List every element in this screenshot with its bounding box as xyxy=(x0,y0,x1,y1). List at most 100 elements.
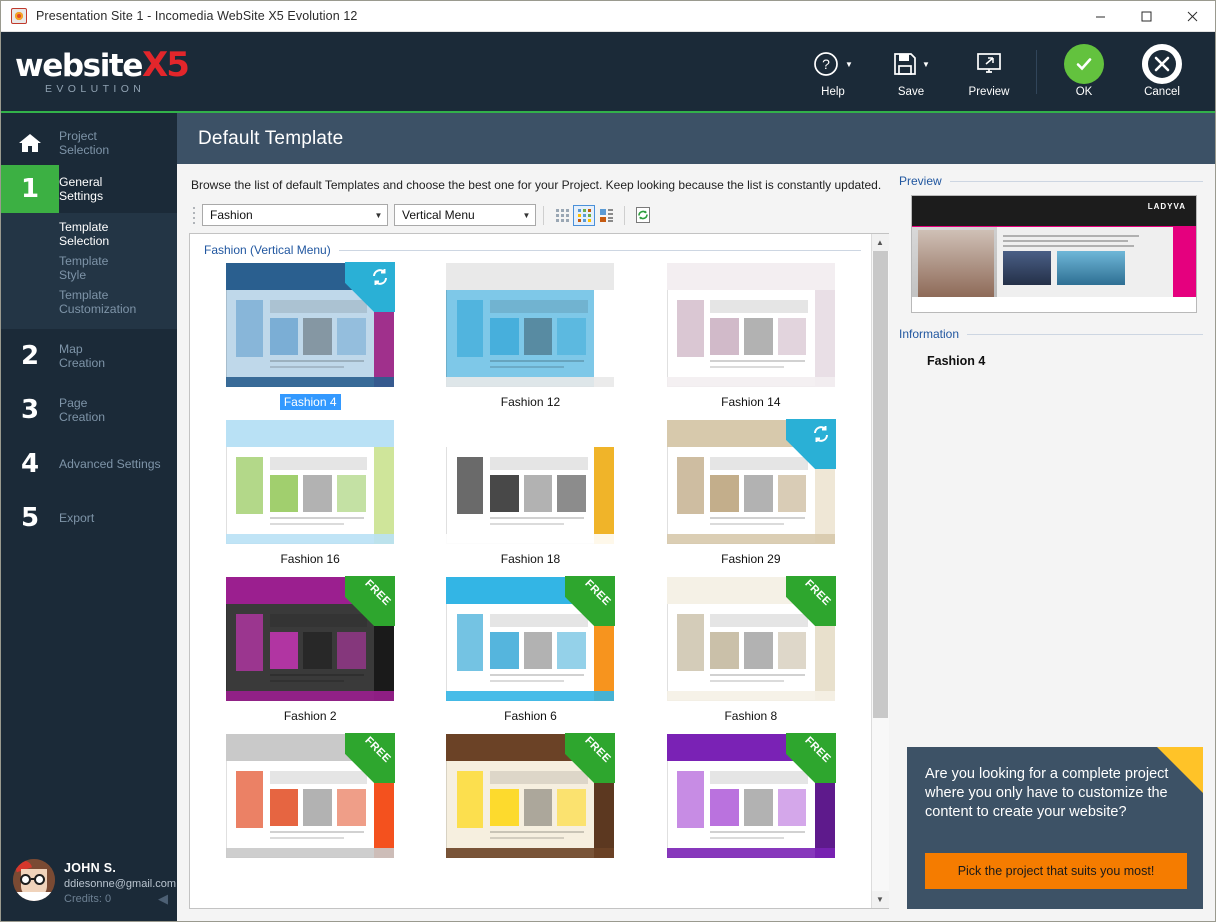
template-card[interactable]: FREE xyxy=(420,734,640,858)
template-card[interactable]: Fashion 14 xyxy=(641,263,861,410)
page-title: Default Template xyxy=(198,127,344,149)
template-card[interactable]: FREE Fashion 8 xyxy=(641,577,861,724)
sidebar-item-label: Page Creation xyxy=(59,395,106,425)
menu-type-value: Vertical Menu xyxy=(402,208,475,222)
chevron-down-icon: ▼ xyxy=(522,210,531,220)
cancel-button[interactable]: Cancel xyxy=(1123,44,1201,98)
template-list-panel: Fashion (Vertical Menu) Fashion 4 Fashion… xyxy=(189,233,889,909)
template-name-label: Fashion 2 xyxy=(283,709,337,723)
sidebar-item-page-creation[interactable]: 3 Page Creation xyxy=(1,383,177,437)
maximize-icon[interactable] xyxy=(1123,1,1169,32)
template-card[interactable]: Fashion 18 xyxy=(420,420,640,567)
template-thumbnail[interactable]: FREE xyxy=(226,733,395,858)
chevron-down-icon: ▼ xyxy=(374,210,383,220)
top-toolbar: ? ▼ Help ▼ Save Preview OK Cancel xyxy=(177,32,1215,111)
close-icon[interactable] xyxy=(1169,1,1215,32)
app-logo-icon xyxy=(11,8,27,24)
window-controls xyxy=(1077,1,1215,32)
template-card[interactable]: FREE Fashion 2 xyxy=(200,577,420,724)
chevron-down-icon[interactable]: ▼ xyxy=(922,60,930,69)
sidebar-item-template-customization[interactable]: Template Customization xyxy=(1,285,177,319)
template-name-label: Fashion 29 xyxy=(721,552,781,566)
information-section-header: Information xyxy=(899,327,1203,341)
template-thumbnail[interactable]: FREE xyxy=(666,733,836,858)
scroll-down-icon[interactable]: ▼ xyxy=(871,891,889,908)
toolbar-label: Cancel xyxy=(1144,86,1180,98)
sidebar-item-general-settings[interactable]: 1 General Settings xyxy=(1,165,177,213)
sidebar-item-advanced-settings[interactable]: 4 Advanced Settings xyxy=(1,437,177,491)
promo-cta-button[interactable]: Pick the project that suits you most! xyxy=(925,853,1187,889)
template-thumbnail-art xyxy=(446,420,615,544)
toolbar-divider xyxy=(1036,49,1037,94)
preview-label: Preview xyxy=(899,174,942,188)
toolbar-label: OK xyxy=(1075,86,1093,98)
promo-text: Are you looking for a complete project w… xyxy=(925,766,1169,820)
template-thumbnail[interactable] xyxy=(666,263,835,387)
template-thumbnail[interactable] xyxy=(446,420,615,544)
category-dropdown[interactable]: Fashion ▼ xyxy=(202,204,388,226)
template-card[interactable]: FREE xyxy=(641,734,861,858)
save-button[interactable]: ▼ Save xyxy=(872,45,950,98)
template-thumbnail[interactable]: FREE xyxy=(226,577,395,701)
template-thumbnail[interactable] xyxy=(666,420,835,544)
toolbar-label: Preview xyxy=(968,86,1010,98)
template-card[interactable]: Fashion 16 xyxy=(200,420,420,567)
home-icon xyxy=(1,121,59,165)
small-grid-view-icon[interactable] xyxy=(551,205,573,226)
free-badge: FREE xyxy=(345,733,395,783)
step-navigation: Project Selection 1 General Settings Tem… xyxy=(1,113,177,845)
free-badge: FREE xyxy=(565,733,615,783)
preview-button[interactable]: Preview xyxy=(950,45,1028,98)
step-number-3: 3 xyxy=(20,395,40,425)
toolbar-grip[interactable] xyxy=(189,205,198,225)
free-badge: FREE xyxy=(786,576,836,626)
template-thumbnail[interactable]: FREE xyxy=(446,733,615,858)
toolbar-separator xyxy=(543,205,544,225)
toolbar-label: Save xyxy=(897,86,925,98)
promo-corner-decoration xyxy=(1157,747,1203,793)
template-thumbnail[interactable] xyxy=(226,263,395,387)
user-name: JOHN S. xyxy=(64,861,117,875)
detail-list-view-icon[interactable] xyxy=(595,205,617,226)
minimize-icon[interactable] xyxy=(1077,1,1123,32)
template-thumbnail[interactable] xyxy=(446,263,615,387)
sidebar-item-map-creation[interactable]: 2 Map Creation xyxy=(1,329,177,383)
information-template-name: Fashion 4 xyxy=(927,354,986,368)
promo-banner: Are you looking for a complete project w… xyxy=(907,747,1203,909)
ok-button[interactable]: OK xyxy=(1045,44,1123,98)
template-card[interactable]: FREE xyxy=(200,734,420,858)
template-thumbnail[interactable] xyxy=(226,420,395,544)
template-card[interactable]: Fashion 4 xyxy=(200,263,420,410)
medium-grid-view-icon[interactable] xyxy=(573,204,595,226)
sidebar-item-template-selection[interactable]: Template Selection xyxy=(1,217,177,251)
scrollbar-track[interactable] xyxy=(871,251,889,891)
user-profile[interactable]: JOHN S. ddiesonne@gmail.com Credits: 0 ◀ xyxy=(1,845,177,921)
free-badge: FREE xyxy=(786,733,836,783)
template-scrollbar[interactable]: ▲ ▼ xyxy=(871,234,889,908)
template-card[interactable]: Fashion 12 xyxy=(420,263,640,410)
help-button[interactable]: ? ▼ Help xyxy=(794,45,872,98)
window-title: Presentation Site 1 - Incomedia WebSite … xyxy=(36,9,358,23)
refresh-templates-icon[interactable] xyxy=(632,205,654,226)
monitor-preview-icon xyxy=(975,45,1003,83)
template-card[interactable]: FREE Fashion 6 xyxy=(420,577,640,724)
collapse-arrow-icon[interactable]: ◀ xyxy=(158,891,168,907)
menu-type-dropdown[interactable]: Vertical Menu ▼ xyxy=(394,204,536,226)
sidebar-item-export[interactable]: 5 Export xyxy=(1,491,177,545)
main-area: ? ▼ Help ▼ Save Preview OK Cancel Defaul… xyxy=(177,32,1215,921)
scroll-up-icon[interactable]: ▲ xyxy=(871,234,889,251)
step-number-4: 4 xyxy=(20,449,40,479)
information-label: Information xyxy=(899,327,960,341)
help-question-icon: ? ▼ xyxy=(813,45,853,83)
template-card[interactable]: Fashion 29 xyxy=(641,420,861,567)
check-icon xyxy=(1064,44,1104,84)
scrollbar-thumb[interactable] xyxy=(872,251,888,719)
template-thumbnail[interactable]: FREE xyxy=(666,576,836,701)
template-name-label: Fashion 12 xyxy=(500,395,561,409)
sidebar-item-project-selection[interactable]: Project Selection xyxy=(1,121,177,165)
chevron-down-icon[interactable]: ▼ xyxy=(845,60,853,69)
template-thumbnail[interactable]: FREE xyxy=(446,577,615,701)
sidebar-subitem-label: Template Selection xyxy=(59,219,110,249)
sidebar-item-template-style[interactable]: Template Style xyxy=(1,251,177,285)
cross-icon xyxy=(1142,44,1182,84)
